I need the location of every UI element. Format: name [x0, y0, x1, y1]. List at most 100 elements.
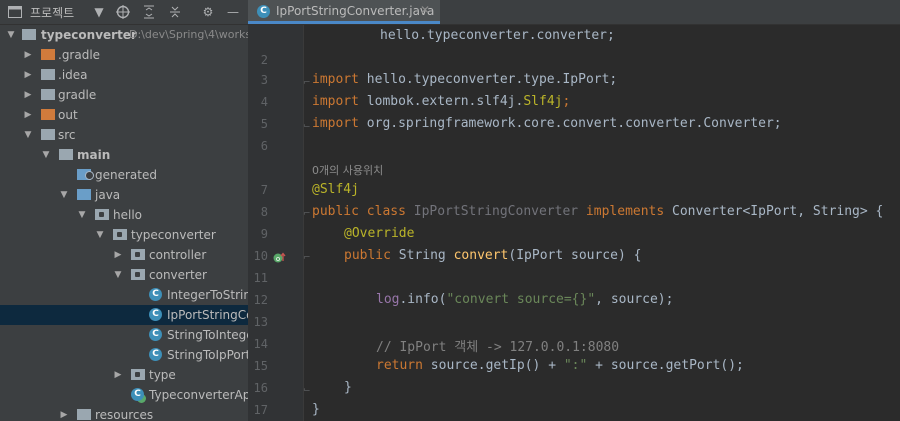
- hide-icon[interactable]: —: [224, 3, 242, 21]
- tree-item-converter[interactable]: ▼ converter: [0, 265, 248, 285]
- tree-item-gradle-dir[interactable]: ▶ .gradle: [0, 45, 248, 65]
- package-icon: [131, 369, 145, 380]
- tree-item-label: generated: [95, 168, 157, 182]
- chevron-down-icon[interactable]: ▼: [58, 185, 70, 205]
- code-text: }: [312, 402, 320, 417]
- string-literal: ":": [563, 358, 588, 373]
- tree-item-label: StringToIntege: [167, 328, 248, 342]
- code-text: hello.typeconverter.type.IpPort;: [358, 72, 618, 87]
- keyword: public class: [312, 204, 406, 219]
- chevron-right-icon[interactable]: ▶: [22, 65, 34, 85]
- tree-item-typeconverter[interactable]: ▼ typeconverter: [0, 225, 248, 245]
- chevron-down-icon[interactable]: ▼: [22, 125, 34, 145]
- tree-item-src[interactable]: ▼ src: [0, 125, 248, 145]
- editor-gutter: 2 3 4 5 6 7 8 9 10 11 12 13 14 15 16 17 …: [248, 25, 304, 421]
- tree-item-idea[interactable]: ▶ .idea: [0, 65, 248, 85]
- chevron-down-icon[interactable]: ▼: [94, 225, 106, 245]
- java-class-icon: C: [149, 288, 162, 301]
- override-gutter-icon[interactable]: o: [273, 250, 287, 264]
- settings-icon[interactable]: ⚙: [199, 3, 217, 21]
- line-number: 3: [260, 73, 268, 87]
- tree-item-resources[interactable]: ▶ resources: [0, 405, 248, 421]
- tree-item-stringtointeger[interactable]: C StringToIntege: [0, 325, 248, 345]
- tree-item-label: .idea: [58, 68, 88, 82]
- fold-marker-icon[interactable]: ⌐: [303, 253, 313, 263]
- chevron-right-icon[interactable]: ▶: [58, 405, 70, 421]
- gear-icon: [85, 171, 94, 180]
- comment: // IpPort 객체 -> 127.0.0.1:8080: [376, 340, 620, 355]
- chevron-down-icon[interactable]: ▼: [40, 145, 52, 165]
- tree-item-label: src: [58, 128, 76, 142]
- chevron-right-icon[interactable]: ▶: [112, 245, 124, 265]
- code-line: import hello.typeconverter.type.IpPort;: [312, 72, 617, 87]
- package-icon: [131, 269, 145, 280]
- code-line: // IpPort 객체 -> 127.0.0.1:8080: [376, 336, 619, 355]
- code-text: , source);: [595, 292, 674, 307]
- tree-item-label: converter: [149, 268, 207, 282]
- code-text: .info(: [399, 292, 447, 307]
- java-class-icon: C: [149, 328, 162, 341]
- line-number: 7: [260, 183, 268, 197]
- collapse-all-icon[interactable]: [166, 3, 184, 21]
- code-editor[interactable]: 2 3 4 5 6 7 8 9 10 11 12 13 14 15 16 17 …: [248, 25, 900, 421]
- dropdown-icon[interactable]: ▼: [90, 3, 108, 21]
- java-class-icon: C: [257, 5, 270, 18]
- resources-folder-icon: [77, 409, 91, 420]
- tree-item-integertostring[interactable]: C IntegerToString: [0, 285, 248, 305]
- tree-item-hello[interactable]: ▼ hello: [0, 205, 248, 225]
- chevron-right-icon[interactable]: ▶: [112, 365, 124, 385]
- keyword: return: [376, 358, 423, 373]
- chevron-down-icon[interactable]: ▼: [5, 25, 17, 45]
- line-number: 4: [260, 95, 268, 109]
- chevron-down-icon[interactable]: ▼: [76, 205, 88, 225]
- folder-icon: [22, 29, 36, 40]
- keyword: import: [312, 116, 359, 131]
- project-path: D:\dev\Spring\4\workspace\typeconverter: [129, 28, 248, 41]
- project-toolbar: 프로젝트 ▼ ⚙ —: [0, 0, 248, 25]
- chevron-down-icon[interactable]: ▼: [112, 265, 124, 285]
- tree-item-out[interactable]: ▶ out: [0, 105, 248, 125]
- tab-label: IpPortStringConverter.java: [276, 4, 435, 18]
- line-number: 9: [260, 227, 268, 241]
- tree-item-ipportstringconverter[interactable]: C IpPortStringCo: [0, 305, 248, 325]
- tree-item-main[interactable]: ▼ main: [0, 145, 248, 165]
- tree-item-label: IpPortStringCo: [167, 308, 248, 322]
- fold-marker-icon[interactable]: ⌙: [303, 385, 313, 395]
- tree-item-gradle[interactable]: ▶ gradle: [0, 85, 248, 105]
- tree-item-label: gradle: [58, 88, 97, 102]
- spring-class-icon: C: [131, 388, 144, 401]
- tree-item-type[interactable]: ▶ type: [0, 365, 248, 385]
- project-view-icon[interactable]: [6, 3, 24, 21]
- usage-hint[interactable]: 0개의 사용위치: [312, 162, 383, 178]
- tree-item-stringtoipportconverter[interactable]: C StringToIpPortC: [0, 345, 248, 365]
- method-name: convert: [453, 248, 509, 263]
- chevron-right-icon[interactable]: ▶: [22, 45, 34, 65]
- project-view-label[interactable]: 프로젝트: [30, 4, 74, 21]
- tree-item-label: hello: [113, 208, 142, 222]
- tree-item-generated[interactable]: generated: [0, 165, 248, 185]
- folder-icon: [59, 149, 73, 160]
- tree-item-controller[interactable]: ▶ controller: [0, 245, 248, 265]
- code-text: + source.getPort();: [587, 358, 744, 373]
- folder-icon: [41, 109, 55, 120]
- tree-item-label: typeconverter: [41, 28, 137, 42]
- tab-ipportstringconverter[interactable]: C IpPortStringConverter.java ✕: [248, 0, 440, 24]
- code-line: @Slf4j: [312, 182, 359, 197]
- code-line: return source.getIp() + ":" + source.get…: [376, 358, 744, 373]
- chevron-right-icon[interactable]: ▶: [22, 85, 34, 105]
- code-line: }: [312, 402, 320, 417]
- tree-item-typeconverterapplication[interactable]: C TypeconverterApp: [0, 385, 248, 405]
- tree-item-root[interactable]: ▼ typeconverter D:\dev\Spring\4\workspac…: [0, 25, 248, 45]
- locate-icon[interactable]: [114, 3, 132, 21]
- close-icon[interactable]: ✕: [420, 3, 430, 17]
- tree-item-java[interactable]: ▼ java: [0, 185, 248, 205]
- java-class-icon: C: [149, 308, 162, 321]
- expand-all-icon[interactable]: [140, 3, 158, 21]
- code-text: Converter<IpPort, String> {: [664, 204, 884, 219]
- line-number: 2: [260, 53, 268, 67]
- project-tree: ▼ typeconverter D:\dev\Spring\4\workspac…: [0, 25, 248, 421]
- line-number: 5: [260, 117, 268, 131]
- tree-item-label: type: [149, 368, 176, 382]
- code-line: log.info("convert source={}", source);: [376, 292, 673, 307]
- chevron-right-icon[interactable]: ▶: [22, 105, 34, 125]
